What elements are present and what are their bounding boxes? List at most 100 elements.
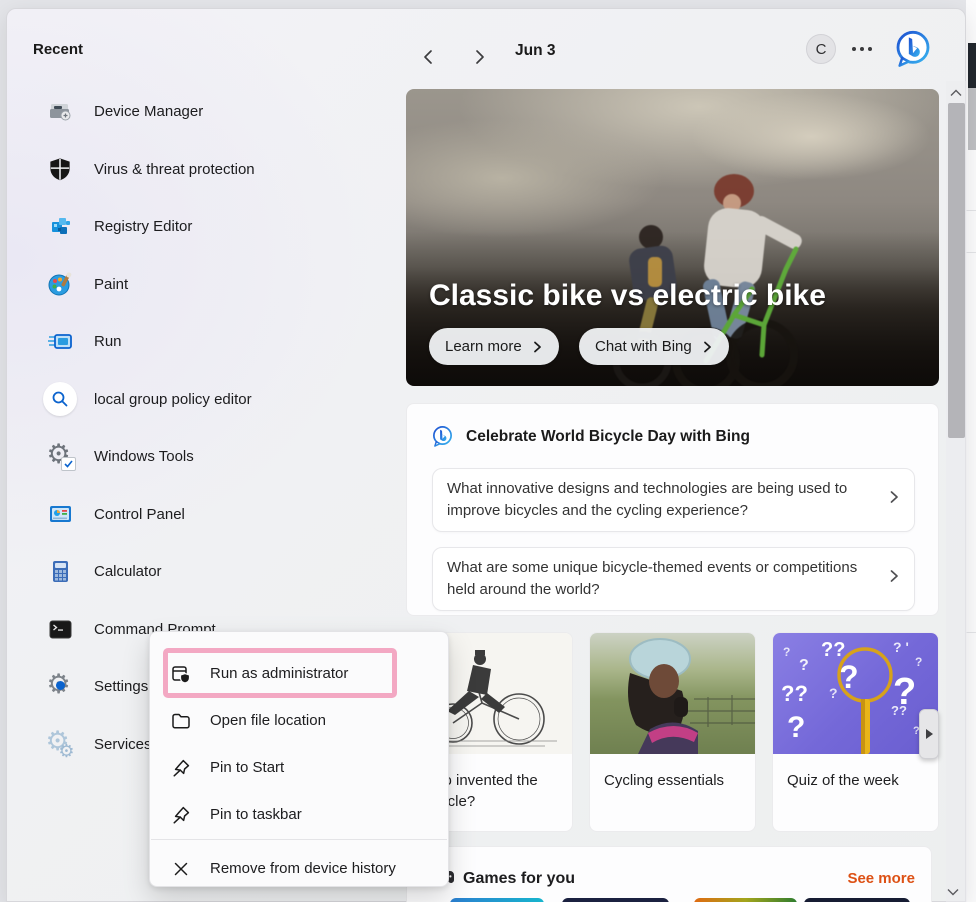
magnifier-graphic (773, 633, 938, 754)
paint-icon (43, 267, 77, 301)
menu-item-remove-from-device-history[interactable]: Remove from device history (158, 845, 440, 892)
chat-with-bing-label: Chat with Bing (595, 338, 692, 355)
services-icon: ⚙ ⚙ (43, 727, 77, 761)
divider (966, 632, 976, 633)
menu-item-label: Open file location (210, 712, 326, 729)
background-window-edge (966, 0, 976, 902)
recent-item-device-manager[interactable]: Device Manager (33, 94, 393, 128)
card-title: Cycling essentials (604, 770, 745, 791)
recent-item-label: Control Panel (94, 506, 185, 523)
recent-item-windows-tools[interactable]: ⚙ Windows Tools (33, 439, 393, 473)
menu-item-run-as-administrator[interactable]: Run as administrator (158, 650, 440, 697)
scrollbar-up-button[interactable] (949, 85, 963, 103)
control-panel-icon (43, 497, 77, 531)
folder-icon (170, 710, 192, 732)
card-quiz-of-the-week[interactable]: ? ? ?? ? ' ? ?? ? ? ?? ? ? ? Quiz of the… (772, 632, 939, 832)
recent-item-label: Registry Editor (94, 218, 192, 235)
pin-icon (170, 804, 192, 826)
recent-item-registry-editor[interactable]: Registry Editor (33, 209, 393, 243)
recent-item-control-panel[interactable]: Control Panel (33, 497, 393, 531)
carousel-next-button[interactable] (919, 709, 939, 759)
celebrate-heading: Celebrate World Bicycle Day with Bing (466, 428, 750, 446)
suggested-question-1[interactable]: What innovative designs and technologies… (432, 468, 915, 532)
settings-gear-icon: ⚙ (43, 669, 77, 703)
recent-item-label: Virus & threat protection (94, 161, 255, 178)
recent-item-label: local group policy editor (94, 391, 252, 408)
run-icon (43, 324, 77, 358)
windows-tools-icon: ⚙ (43, 439, 77, 473)
chevron-right-icon (531, 341, 543, 353)
divider (966, 210, 976, 211)
more-options-button[interactable] (852, 47, 872, 51)
recent-item-calculator[interactable]: Calculator (33, 554, 393, 588)
screen: Recent Jun 3 C Device Manager (0, 0, 976, 902)
recent-item-virus-protection[interactable]: Virus & threat protection (33, 152, 393, 186)
recent-item-run[interactable]: Run (33, 324, 393, 358)
recent-item-paint[interactable]: Paint (33, 267, 393, 301)
recent-item-search-suggestion[interactable]: local group policy editor (33, 382, 393, 416)
game-thumbnail[interactable] (562, 898, 669, 902)
recent-item-label: Calculator (94, 563, 162, 580)
account-avatar[interactable]: C (806, 34, 836, 64)
chevron-up-icon (949, 88, 963, 98)
see-more-link[interactable]: See more (847, 870, 915, 887)
chevron-right-icon (701, 341, 713, 353)
game-thumbnail[interactable] (694, 898, 797, 902)
recent-item-label: Device Manager (94, 103, 203, 120)
recent-item-label: Settings (94, 678, 148, 695)
chevron-right-icon (887, 568, 901, 590)
chevron-right-icon (887, 489, 901, 511)
menu-item-label: Run as administrator (210, 665, 348, 682)
scrollbar-thumb[interactable] (948, 103, 965, 438)
play-arrow-icon (925, 728, 934, 740)
celebrate-card: Celebrate World Bicycle Day with Bing Wh… (406, 403, 939, 616)
chevron-left-icon (421, 49, 437, 65)
recent-heading: Recent (33, 41, 83, 58)
forward-button[interactable] (465, 43, 493, 71)
menu-item-label: Pin to taskbar (210, 806, 302, 823)
command-prompt-icon (43, 612, 77, 646)
scrollbar-down-button[interactable] (944, 885, 962, 902)
recent-item-label: Services (94, 736, 152, 753)
question-text: What are some unique bicycle-themed even… (447, 557, 874, 601)
chat-with-bing-button[interactable]: Chat with Bing (579, 328, 729, 365)
shield-icon (43, 152, 77, 186)
suggested-question-2[interactable]: What are some unique bicycle-themed even… (432, 547, 915, 611)
search-window: Recent Jun 3 C Device Manager (6, 8, 966, 902)
quiz-image: ? ? ?? ? ' ? ?? ? ? ?? ? ? ? (773, 633, 938, 754)
bing-chat-button[interactable] (893, 29, 933, 69)
learn-more-button[interactable]: Learn more (429, 328, 559, 365)
menu-item-open-file-location[interactable]: Open file location (158, 697, 440, 744)
card-title: Quiz of the week (787, 770, 928, 791)
calculator-icon (43, 554, 77, 588)
pin-icon (170, 757, 192, 779)
cycling-essentials-image (590, 633, 755, 754)
learn-more-label: Learn more (445, 338, 522, 355)
game-thumbnail[interactable] (450, 898, 544, 902)
recent-item-label: Run (94, 333, 122, 350)
menu-item-pin-to-start[interactable]: Pin to Start (158, 744, 440, 791)
chevron-right-icon (471, 49, 487, 65)
hero-card[interactable]: Classic bike vs electric bike Learn more… (406, 89, 939, 386)
divider (966, 252, 976, 253)
device-manager-icon (43, 94, 77, 128)
background-window-toolbar (968, 88, 976, 150)
registry-editor-icon (43, 209, 77, 243)
question-text: What innovative designs and technologies… (447, 478, 874, 522)
chevron-down-icon (944, 886, 962, 898)
bing-icon (431, 425, 454, 448)
games-heading: Games for you (463, 870, 575, 888)
menu-item-pin-to-taskbar[interactable]: Pin to taskbar (158, 791, 440, 838)
bing-icon (893, 29, 933, 69)
menu-item-label: Pin to Start (210, 759, 284, 776)
hero-title: Classic bike vs electric bike (429, 279, 826, 313)
close-icon (170, 858, 192, 880)
menu-item-label: Remove from device history (210, 860, 396, 877)
search-icon (43, 382, 77, 416)
run-as-admin-icon (170, 663, 192, 685)
menu-separator (151, 839, 447, 840)
back-button[interactable] (415, 43, 443, 71)
game-thumbnail[interactable] (804, 898, 910, 902)
card-cycling-essentials[interactable]: Cycling essentials (589, 632, 756, 832)
date-label: Jun 3 (515, 42, 555, 60)
